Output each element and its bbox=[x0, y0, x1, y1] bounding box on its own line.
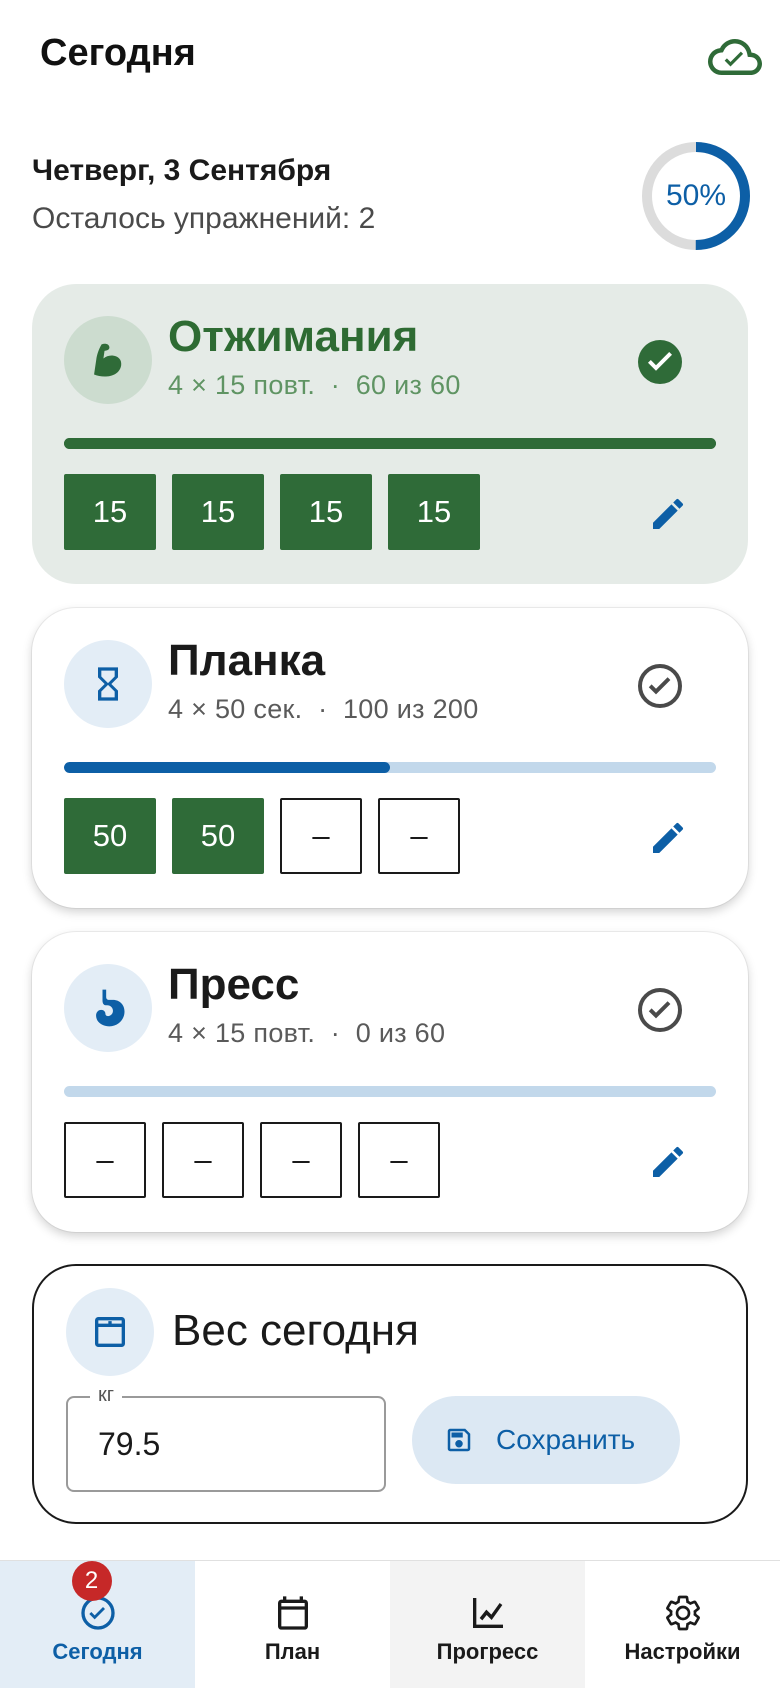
exercise-avatar bbox=[64, 316, 152, 404]
top-app-bar: Сегодня bbox=[0, 0, 780, 112]
scale-icon bbox=[95, 1317, 125, 1347]
exercise-name: Планка bbox=[168, 636, 326, 685]
set-cell-empty[interactable]: – bbox=[378, 798, 460, 874]
exercise-name: Отжимания bbox=[168, 312, 419, 361]
exercise-meta: 4 × 15 повт. · 0 из 60 bbox=[168, 1018, 446, 1048]
weight-input-field[interactable]: кг bbox=[66, 1384, 386, 1492]
nav-plan[interactable]: План bbox=[195, 1561, 390, 1688]
set-cell[interactable]: 15 bbox=[64, 474, 156, 550]
stomach-icon bbox=[96, 989, 125, 1027]
exercise-name: Пресс bbox=[168, 960, 300, 1009]
day-progress-percent: 50% bbox=[665, 179, 727, 212]
exercise-meta: 4 × 15 повт. · 60 из 60 bbox=[168, 370, 461, 400]
nav-progress-label: Прогресс bbox=[436, 1638, 539, 1664]
set-cell-empty[interactable]: – bbox=[280, 798, 362, 874]
save-weight-button[interactable]: Сохранить bbox=[412, 1396, 680, 1484]
notification-badge: 2 bbox=[71, 1560, 112, 1601]
check-circle-outline-icon[interactable] bbox=[636, 986, 684, 1034]
save-icon bbox=[447, 1428, 471, 1452]
page-title: Сегодня bbox=[40, 32, 196, 74]
weight-title: Вес сегодня bbox=[172, 1306, 419, 1355]
bottom-navigation: 2 Сегодня План Прогресс Настройки bbox=[0, 1560, 780, 1688]
save-label: Сохранить bbox=[496, 1424, 636, 1455]
sets-row: 15 15 15 15 bbox=[64, 474, 480, 550]
set-cell-empty[interactable]: – bbox=[358, 1122, 440, 1198]
cloud-done-icon[interactable] bbox=[708, 30, 762, 84]
weight-avatar bbox=[66, 1288, 154, 1376]
edit-pencil-icon[interactable] bbox=[648, 1142, 688, 1182]
set-cell[interactable]: 50 bbox=[172, 798, 264, 874]
sets-row: – – – – bbox=[64, 1122, 440, 1198]
gear-icon bbox=[665, 1595, 700, 1630]
sets-row: 50 50 – – bbox=[64, 798, 460, 874]
exercise-progress-bar bbox=[64, 438, 716, 449]
weight-input[interactable] bbox=[98, 1426, 358, 1463]
set-cell[interactable]: 50 bbox=[64, 798, 156, 874]
nav-plan-label: План bbox=[264, 1638, 321, 1664]
exercise-card-plank[interactable]: Планка 4 × 50 сек. · 100 из 200 50 50 – … bbox=[32, 608, 748, 908]
nav-progress[interactable]: Прогресс bbox=[390, 1561, 585, 1688]
exercise-meta: 4 × 50 сек. · 100 из 200 bbox=[168, 694, 479, 724]
set-cell-empty[interactable]: – bbox=[162, 1122, 244, 1198]
nav-settings-label: Настройки bbox=[624, 1638, 741, 1664]
nav-today[interactable]: 2 Сегодня bbox=[0, 1560, 195, 1688]
set-cell-empty[interactable]: – bbox=[260, 1122, 342, 1198]
nav-settings[interactable]: Настройки bbox=[585, 1561, 780, 1688]
date-label: Четверг, 3 Сентября bbox=[32, 154, 332, 187]
exercise-avatar bbox=[64, 640, 152, 728]
hourglass-icon bbox=[98, 667, 118, 701]
set-cell[interactable]: 15 bbox=[280, 474, 372, 550]
weight-unit-label: кг bbox=[90, 1384, 123, 1407]
remaining-label: Осталось упражнений: 2 bbox=[32, 202, 376, 235]
edit-pencil-icon[interactable] bbox=[648, 494, 688, 534]
edit-pencil-icon[interactable] bbox=[648, 818, 688, 858]
arm-muscle-icon bbox=[94, 343, 122, 377]
exercise-progress-bar bbox=[64, 762, 716, 773]
exercise-card-abs[interactable]: Пресс 4 × 15 повт. · 0 из 60 – – – – bbox=[32, 932, 748, 1232]
calendar-icon bbox=[277, 1595, 308, 1630]
chart-line-icon bbox=[472, 1597, 503, 1628]
check-circle-outline-icon[interactable] bbox=[636, 662, 684, 710]
set-cell-empty[interactable]: – bbox=[64, 1122, 146, 1198]
check-circle-filled-icon[interactable] bbox=[636, 338, 684, 386]
set-cell[interactable]: 15 bbox=[172, 474, 264, 550]
exercise-avatar bbox=[64, 964, 152, 1052]
set-cell[interactable]: 15 bbox=[388, 474, 480, 550]
weight-card: Вес сегодня кг Сохранить bbox=[32, 1264, 748, 1524]
exercise-progress-bar bbox=[64, 1086, 716, 1097]
exercise-card-pushups[interactable]: Отжимания 4 × 15 повт. · 60 из 60 15 15 … bbox=[32, 284, 748, 584]
nav-today-label: Сегодня bbox=[52, 1638, 143, 1664]
day-summary: Четверг, 3 Сентября Осталось упражнений:… bbox=[32, 142, 750, 270]
